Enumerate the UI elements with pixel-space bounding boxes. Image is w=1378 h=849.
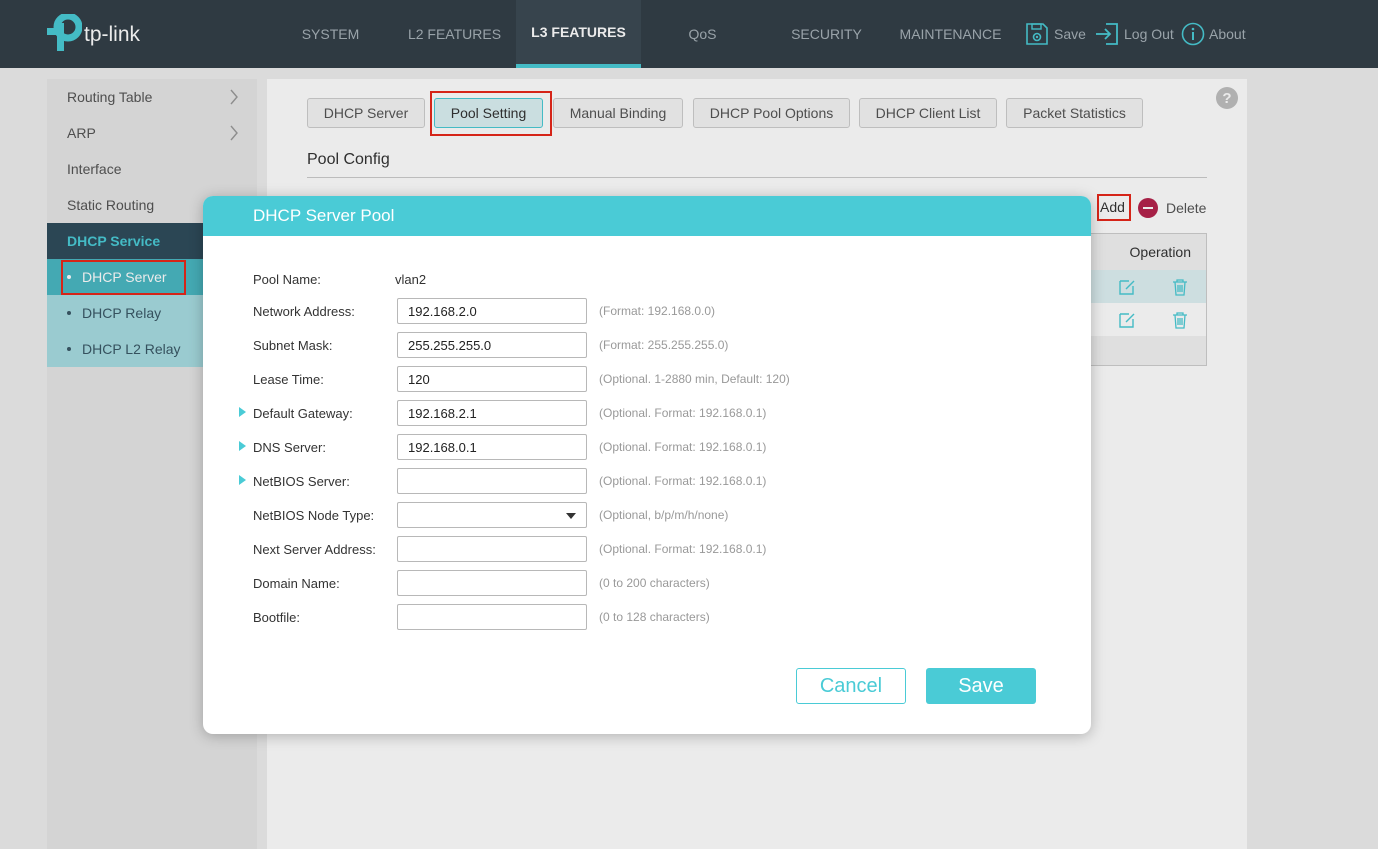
- netbios-server-input[interactable]: [397, 468, 587, 494]
- default-gateway-input[interactable]: [397, 400, 587, 426]
- expand-arrow-icon[interactable]: [239, 441, 246, 451]
- expand-arrow-icon[interactable]: [239, 407, 246, 417]
- netbios-node-type-select[interactable]: [397, 502, 587, 528]
- bootfile-hint: (0 to 128 characters): [599, 610, 710, 624]
- network-address-input[interactable]: [397, 298, 587, 324]
- lease-time-row: Lease Time: (Optional. 1-2880 min, Defau…: [203, 366, 1091, 392]
- lease-time-label: Lease Time:: [253, 371, 324, 387]
- dns-server-label: DNS Server:: [253, 439, 326, 455]
- netbios-node-type-hint: (Optional, b/p/m/h/none): [599, 508, 729, 522]
- dialog-title: DHCP Server Pool: [203, 196, 1091, 236]
- default-gateway-hint: (Optional. Format: 192.168.0.1): [599, 406, 767, 420]
- dns-server-input[interactable]: [397, 434, 587, 460]
- netbios-node-type-label: NetBIOS Node Type:: [253, 507, 375, 523]
- dhcp-server-pool-dialog: DHCP Server Pool Pool Name: vlan2 Networ…: [203, 196, 1091, 734]
- bootfile-label: Bootfile:: [253, 609, 300, 625]
- domain-name-row: Domain Name: (0 to 200 characters): [203, 570, 1091, 596]
- subnet-mask-label: Subnet Mask:: [253, 337, 333, 353]
- pool-name-value: vlan2: [395, 271, 427, 287]
- bootfile-row: Bootfile: (0 to 128 characters): [203, 604, 1091, 630]
- next-server-address-input[interactable]: [397, 536, 587, 562]
- dns-server-hint: (Optional. Format: 192.168.0.1): [599, 440, 767, 454]
- chevron-down-icon: [566, 513, 576, 519]
- domain-name-label: Domain Name:: [253, 575, 340, 591]
- default-gateway-row: Default Gateway: (Optional. Format: 192.…: [203, 400, 1091, 426]
- netbios-server-row: NetBIOS Server: (Optional. Format: 192.1…: [203, 468, 1091, 494]
- lease-time-input[interactable]: [397, 366, 587, 392]
- network-address-label: Network Address:: [253, 303, 355, 319]
- cancel-button[interactable]: Cancel: [796, 668, 906, 704]
- bootfile-input[interactable]: [397, 604, 587, 630]
- lease-time-hint: (Optional. 1-2880 min, Default: 120): [599, 372, 790, 386]
- domain-name-hint: (0 to 200 characters): [599, 576, 710, 590]
- network-address-hint: (Format: 192.168.0.0): [599, 304, 716, 318]
- network-address-row: Network Address: (Format: 192.168.0.0): [203, 298, 1091, 324]
- pool-name-row: Pool Name: vlan2: [203, 266, 1091, 292]
- subnet-mask-hint: (Format: 255.255.255.0): [599, 338, 729, 352]
- dns-server-row: DNS Server: (Optional. Format: 192.168.0…: [203, 434, 1091, 460]
- next-server-address-hint: (Optional. Format: 192.168.0.1): [599, 542, 767, 556]
- netbios-node-type-row: NetBIOS Node Type: (Optional, b/p/m/h/no…: [203, 502, 1091, 528]
- pool-name-label: Pool Name:: [253, 271, 321, 287]
- next-server-address-row: Next Server Address: (Optional. Format: …: [203, 536, 1091, 562]
- next-server-address-label: Next Server Address:: [253, 541, 376, 557]
- netbios-server-hint: (Optional. Format: 192.168.0.1): [599, 474, 767, 488]
- subnet-mask-input[interactable]: [397, 332, 587, 358]
- default-gateway-label: Default Gateway:: [253, 405, 353, 421]
- domain-name-input[interactable]: [397, 570, 587, 596]
- expand-arrow-icon[interactable]: [239, 475, 246, 485]
- subnet-mask-row: Subnet Mask: (Format: 255.255.255.0): [203, 332, 1091, 358]
- netbios-server-label: NetBIOS Server:: [253, 473, 350, 489]
- save-button[interactable]: Save: [926, 668, 1036, 704]
